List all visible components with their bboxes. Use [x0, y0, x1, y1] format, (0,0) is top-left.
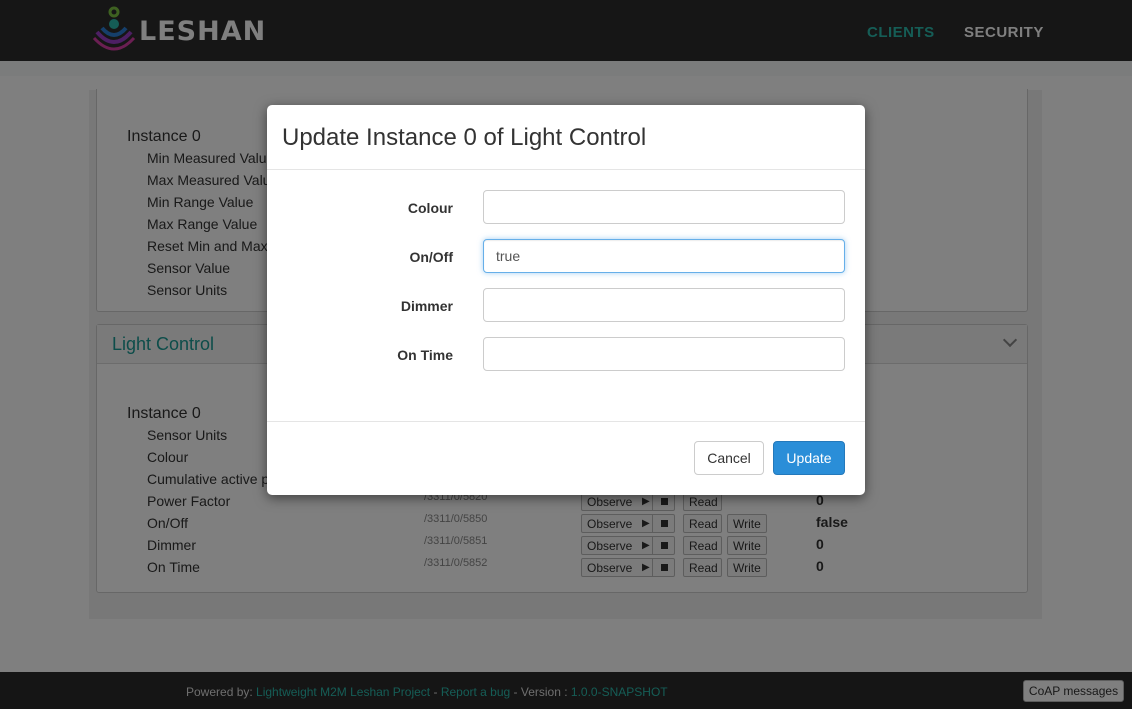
dimmer-input[interactable] — [483, 288, 845, 322]
update-button[interactable]: Update — [773, 441, 845, 475]
update-instance-modal: Update Instance 0 of Light Control Colou… — [267, 105, 865, 495]
cancel-button[interactable]: Cancel — [694, 441, 764, 475]
on-off-input[interactable] — [483, 239, 845, 273]
on-time-input[interactable] — [483, 337, 845, 371]
modal-header: Update Instance 0 of Light Control — [267, 105, 865, 170]
colour-label: Colour — [407, 200, 453, 216]
modal-title: Update Instance 0 of Light Control — [282, 124, 647, 151]
colour-input[interactable] — [483, 190, 845, 224]
dimmer-label: Dimmer — [400, 298, 453, 314]
modal-footer: Cancel Update — [267, 421, 865, 496]
on-off-label: On/Off — [409, 249, 453, 265]
on-time-label: On Time — [397, 347, 453, 363]
